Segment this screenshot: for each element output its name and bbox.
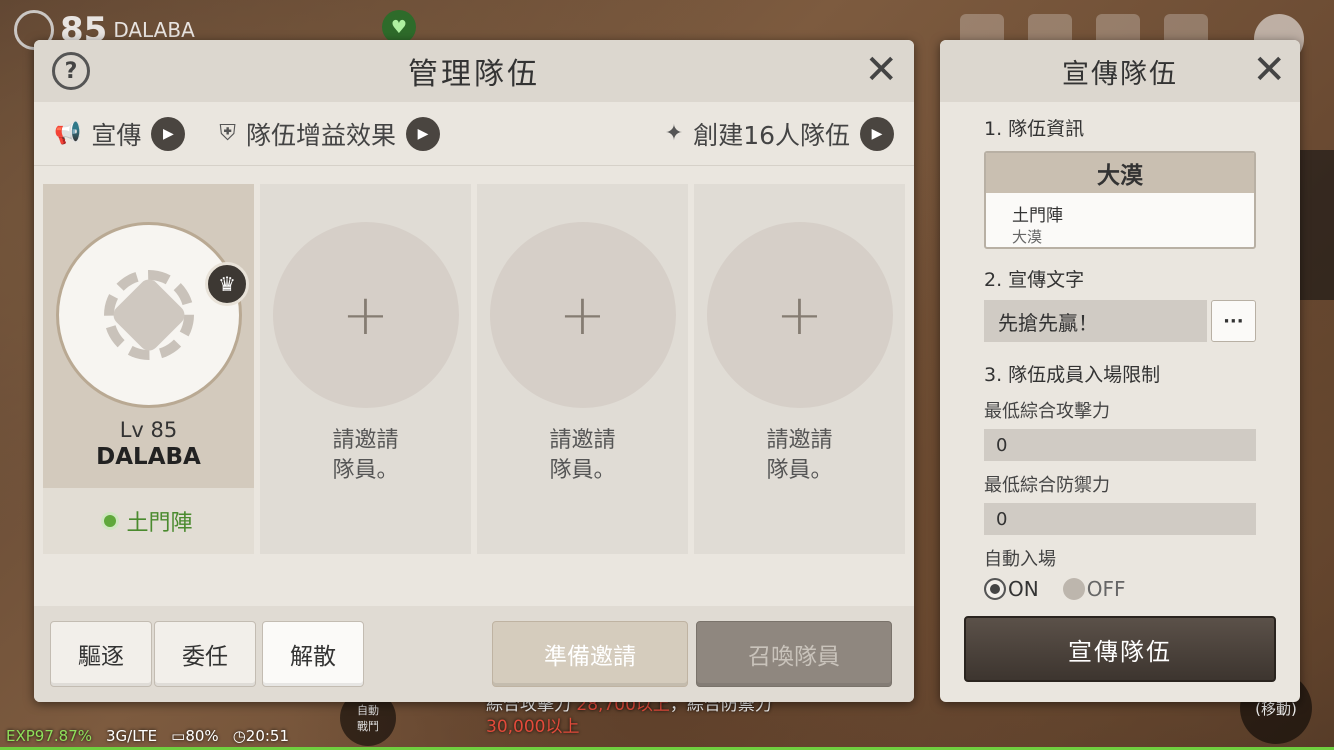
- min-defense-label: 最低綜合防禦力: [984, 475, 1110, 496]
- min-defense-input[interactable]: 0: [984, 503, 1256, 535]
- promote-feature-label: 宣傳: [91, 120, 142, 150]
- promote-team-panel: 宣傳隊伍 ✕ 1. 隊伍資訊 大漠 土門陣 大漠 2. 宣傳文字 先搶先贏！ ·…: [940, 40, 1300, 702]
- promo-text-field[interactable]: 先搶先贏！: [984, 300, 1207, 342]
- status-bar: EXP97.87% 3G/LTE ▭80% ◷20:51: [0, 722, 1334, 750]
- auto-enter-off-radio[interactable]: OFF: [1062, 577, 1126, 601]
- create-16-team-label: 創建16人隊伍: [693, 120, 850, 150]
- invite-member-text: 請邀請 隊員。: [549, 428, 616, 483]
- team-info-box: 大漠 土門陣 大漠: [984, 151, 1256, 249]
- team-info-section-title: 1. 隊伍資訊: [984, 118, 1085, 140]
- side-quest-tab[interactable]: [1300, 150, 1334, 300]
- create-16-team-feature[interactable]: ✦ 創建16人隊伍 ▶: [665, 116, 894, 152]
- team-buff-feature[interactable]: ⛨ 隊伍增益效果 ▶: [219, 116, 440, 152]
- dragon-icon: ✦: [664, 121, 684, 146]
- leader-formation: 土門陣: [43, 488, 254, 554]
- close-icon[interactable]: ✕: [1252, 50, 1286, 90]
- close-icon[interactable]: ✕: [864, 50, 898, 90]
- summon-members-button[interactable]: 召喚隊員: [696, 621, 892, 687]
- battery-status: ▭80%: [171, 727, 219, 745]
- plus-icon: +: [559, 282, 606, 348]
- min-attack-label: 最低綜合攻擊力: [984, 401, 1110, 422]
- auto-enter-on-radio[interactable]: ON: [984, 577, 1039, 601]
- auto-enter-on-label: ON: [1008, 577, 1039, 601]
- team-subtitle: 大漠: [1012, 228, 1043, 246]
- team-buff-label: 隊伍增益效果: [245, 120, 396, 150]
- team-member-slots: ♛ Lv 85 DALABA 土門陣 + 請邀請 隊員。 + 請邀請 隊員。 +…: [34, 184, 914, 554]
- min-attack-input[interactable]: 0: [984, 429, 1256, 461]
- promote-team-body: 1. 隊伍資訊 大漠 土門陣 大漠 2. 宣傳文字 先搶先贏！ ··· 3. 隊…: [940, 102, 1300, 601]
- create-16-team-play-icon[interactable]: ▶: [860, 116, 894, 151]
- team-buff-play-icon[interactable]: ▶: [405, 116, 440, 151]
- online-status-icon: [104, 515, 117, 527]
- megaphone-icon: 📢: [54, 121, 82, 146]
- promote-team-button[interactable]: 宣傳隊伍: [964, 616, 1276, 682]
- promote-team-header: 宣傳隊伍 ✕: [940, 40, 1300, 102]
- clock: ◷20:51: [232, 727, 290, 745]
- promo-text-row: 先搶先贏！ ···: [984, 300, 1256, 342]
- promote-play-icon[interactable]: ▶: [151, 116, 186, 151]
- clock-time: 20:51: [245, 727, 290, 745]
- heart-icon[interactable]: ♥: [382, 10, 416, 44]
- manage-team-title: 管理隊伍: [408, 57, 540, 92]
- add-member-avatar[interactable]: +: [272, 222, 459, 408]
- empty-member-slot[interactable]: + 請邀請 隊員。: [477, 184, 688, 554]
- promote-feature[interactable]: 📢 宣傳 ▶: [54, 116, 186, 152]
- empty-member-slot[interactable]: + 請邀請 隊員。: [694, 184, 905, 554]
- promote-team-title: 宣傳隊伍: [1062, 58, 1178, 90]
- invite-member-text: 請邀請 隊員。: [332, 428, 399, 483]
- plus-icon: +: [342, 282, 389, 348]
- auto-enter-off-label: OFF: [1086, 577, 1126, 601]
- leader-level: Lv 85: [119, 418, 178, 442]
- team-name: 大漠: [986, 153, 1254, 193]
- auto-enter-label: 自動入場: [984, 549, 1056, 570]
- ready-invite-button[interactable]: 準備邀請: [492, 621, 688, 687]
- leader-avatar: [55, 222, 242, 408]
- more-options-icon[interactable]: ···: [1210, 300, 1256, 342]
- kick-button[interactable]: 驅逐: [50, 621, 152, 687]
- manage-team-header: ? 管理隊伍 ✕: [34, 40, 914, 102]
- guild-emblem-icon: [94, 260, 204, 370]
- add-member-avatar[interactable]: +: [706, 222, 893, 408]
- leader-formation-label: 土門陣: [126, 511, 193, 536]
- promo-text-section-title: 2. 宣傳文字: [984, 269, 1085, 291]
- disband-button[interactable]: 解散: [262, 621, 364, 687]
- radio-unselected-icon: [1062, 578, 1085, 600]
- team-action-bar: 驅逐 委任 解散 準備邀請 召喚隊員: [34, 606, 914, 702]
- team-formation: 土門陣: [1012, 206, 1063, 226]
- leader-name: DALABA: [96, 444, 201, 470]
- empty-member-slot[interactable]: + 請邀請 隊員。: [260, 184, 471, 554]
- add-member-avatar[interactable]: +: [489, 222, 676, 408]
- auto-enter-radio-group: ON OFF: [984, 577, 1256, 601]
- help-icon[interactable]: ?: [52, 52, 90, 90]
- plus-icon: +: [776, 282, 823, 348]
- entry-limit-section-title: 3. 隊伍成員入場限制: [984, 364, 1161, 386]
- manage-team-panel: ? 管理隊伍 ✕ 📢 宣傳 ▶ ⛨ 隊伍增益效果 ▶ ✦ 創建16人隊伍 ▶ ♛…: [34, 40, 914, 702]
- shield-lightning-icon: ⛨: [219, 121, 236, 146]
- delegate-button[interactable]: 委任: [154, 621, 256, 687]
- network-type: 3G/LTE: [106, 727, 158, 745]
- crown-icon: ♛: [205, 262, 249, 306]
- team-feature-bar: 📢 宣傳 ▶ ⛨ 隊伍增益效果 ▶ ✦ 創建16人隊伍 ▶: [34, 102, 914, 166]
- exp-percent: EXP97.87%: [6, 727, 92, 745]
- radio-selected-icon: [984, 578, 1006, 600]
- invite-member-text: 請邀請 隊員。: [766, 428, 833, 483]
- battery-percent: 80%: [185, 727, 219, 745]
- leader-slot[interactable]: ♛ Lv 85 DALABA 土門陣: [43, 184, 254, 554]
- hud-player-name: DALABA: [113, 18, 195, 42]
